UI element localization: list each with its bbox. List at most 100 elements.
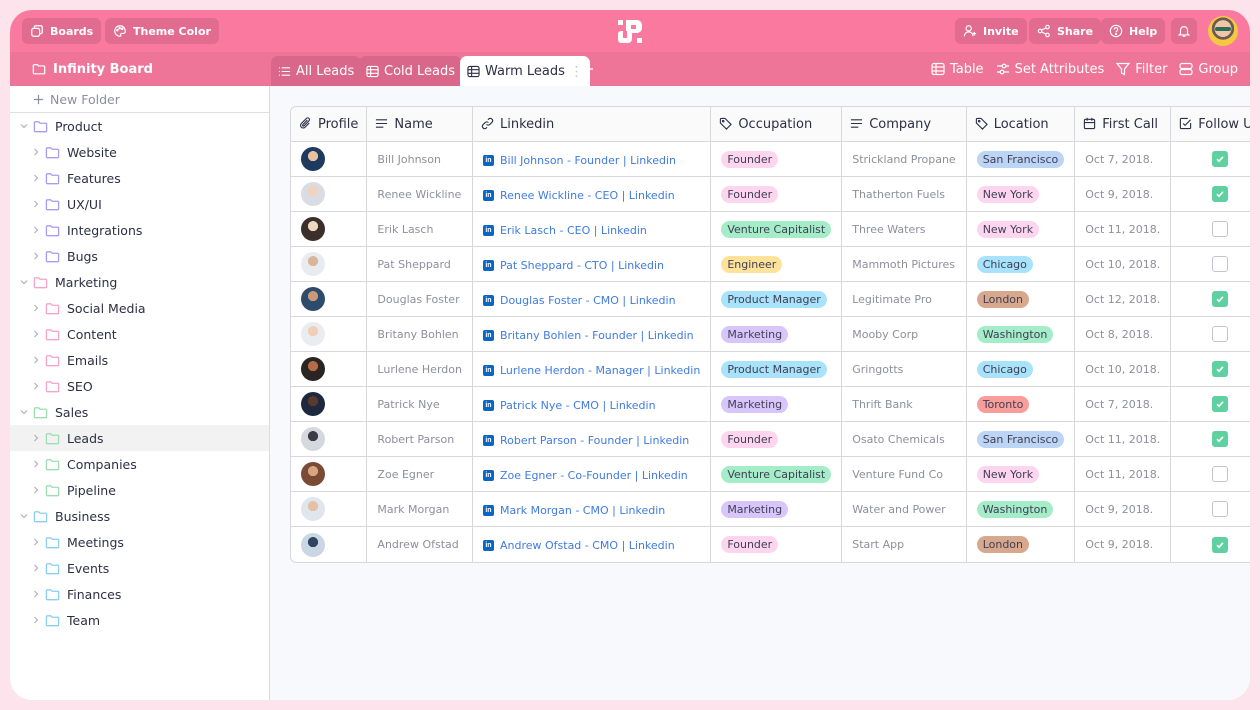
chevron-right-icon[interactable] [30, 562, 42, 574]
location-cell[interactable]: New York [966, 457, 1076, 492]
sidebar-item-website[interactable]: Website [10, 139, 269, 165]
linkedin-cell[interactable]: in Zoe Egner - Co-Founder | Linkedin [472, 457, 712, 492]
profile-cell[interactable] [291, 387, 368, 422]
sidebar-item-social-media[interactable]: Social Media [10, 295, 269, 321]
name-cell[interactable]: Renee Wickline [367, 177, 473, 212]
column-header-follow-up[interactable]: Follow Up [1171, 107, 1250, 142]
company-cell[interactable]: Strickland Propane [842, 142, 967, 177]
group-button[interactable]: Group [1179, 62, 1238, 77]
chevron-right-icon[interactable] [30, 302, 42, 314]
first-call-cell[interactable]: Oct 9, 2018. [1075, 177, 1172, 212]
sidebar-item-integrations[interactable]: Integrations [10, 217, 269, 243]
location-cell[interactable]: Washington [966, 492, 1076, 527]
name-cell[interactable]: Pat Sheppard [367, 247, 473, 282]
chevron-right-icon[interactable] [30, 224, 42, 236]
location-cell[interactable]: Chicago [966, 247, 1076, 282]
first-call-cell[interactable]: Oct 9, 2018. [1075, 492, 1172, 527]
chevron-right-icon[interactable] [30, 146, 42, 158]
linkedin-link[interactable]: in Renee Wickline - CEO | Linkedin [482, 189, 675, 202]
name-cell[interactable]: Lurlene Herdon [367, 352, 473, 387]
chevron-right-icon[interactable] [30, 198, 42, 210]
first-call-cell[interactable]: Oct 11, 2018. [1075, 422, 1172, 457]
sidebar-item-finances[interactable]: Finances [10, 581, 269, 607]
table-row[interactable]: Bill Johnson in Bill Johnson - Founder | L… [291, 142, 1250, 177]
name-cell[interactable]: Andrew Ofstad [367, 527, 473, 562]
profile-avatar[interactable] [301, 147, 325, 171]
linkedin-cell[interactable]: in Mark Morgan - CMO | Linkedin [472, 492, 712, 527]
location-cell[interactable]: San Francisco [966, 142, 1076, 177]
name-cell[interactable]: Mark Morgan [367, 492, 473, 527]
profile-cell[interactable] [291, 527, 368, 562]
sidebar-item-team[interactable]: Team [10, 607, 269, 633]
sidebar-item-emails[interactable]: Emails [10, 347, 269, 373]
profile-cell[interactable] [291, 177, 368, 212]
sidebar-folder-product[interactable]: Product [10, 113, 269, 139]
occupation-cell[interactable]: Marketing [711, 317, 843, 352]
board-title[interactable]: Infinity Board [32, 52, 153, 86]
profile-cell[interactable] [291, 212, 368, 247]
first-call-cell[interactable]: Oct 7, 2018. [1075, 387, 1172, 422]
column-header-company[interactable]: Company [842, 107, 967, 142]
company-cell[interactable]: Water and Power [842, 492, 967, 527]
occupation-cell[interactable]: Venture Capitalist [711, 457, 843, 492]
table-row[interactable]: Patrick Nye in Patrick Nye - CMO | Linkedi… [291, 387, 1250, 422]
first-call-cell[interactable]: Oct 10, 2018. [1075, 247, 1172, 282]
follow-up-checkbox[interactable] [1212, 256, 1229, 272]
profile-cell[interactable] [291, 457, 368, 492]
company-cell[interactable]: Mammoth Pictures [842, 247, 967, 282]
first-call-cell[interactable]: Oct 10, 2018. [1075, 352, 1172, 387]
location-cell[interactable]: London [967, 527, 1076, 562]
table-row[interactable]: Britany Bohlen in Britany Bohlen - Founder… [291, 317, 1250, 352]
occupation-cell[interactable]: Engineer [711, 247, 843, 282]
chevron-right-icon[interactable] [30, 380, 42, 392]
sidebar-item-bugs[interactable]: Bugs [10, 243, 269, 269]
linkedin-cell[interactable]: in Renee Wickline - CEO | Linkedin [472, 177, 712, 212]
linkedin-cell[interactable]: in Erik Lasch - CEO | Linkedin [472, 212, 712, 247]
first-call-cell[interactable]: Oct 9, 2018. [1075, 527, 1172, 562]
help-button[interactable]: Help [1101, 18, 1166, 44]
follow-up-checkbox[interactable] [1212, 221, 1229, 237]
column-header-name[interactable]: Name [367, 107, 473, 142]
profile-cell[interactable] [291, 142, 368, 177]
occupation-cell[interactable]: Founder [711, 177, 843, 212]
invite-button[interactable]: Invite [955, 18, 1027, 44]
column-header-location[interactable]: Location [966, 107, 1076, 142]
occupation-cell[interactable]: Founder [711, 142, 843, 177]
first-call-cell[interactable]: Oct 8, 2018. [1075, 317, 1172, 352]
linkedin-cell[interactable]: in Britany Bohlen - Founder | Linkedin [472, 317, 712, 352]
linkedin-link[interactable]: in Mark Morgan - CMO | Linkedin [482, 504, 665, 517]
column-header-first-call[interactable]: First Call [1075, 107, 1172, 142]
location-cell[interactable]: San Francisco [966, 422, 1076, 457]
table-row[interactable]: Zoe Egner in Zoe Egner - Co-Founder | Link… [291, 457, 1250, 492]
column-header-profile[interactable]: Profile [291, 107, 368, 142]
linkedin-link[interactable]: in Patrick Nye - CMO | Linkedin [482, 399, 656, 412]
linkedin-cell[interactable]: in Andrew Ofstad - CMO | Linkedin [473, 527, 712, 562]
name-cell[interactable]: Bill Johnson [367, 142, 473, 177]
location-cell[interactable]: New York [966, 212, 1076, 247]
company-cell[interactable]: Venture Fund Co [842, 457, 967, 492]
linkedin-cell[interactable]: in Bill Johnson - Founder | Linkedin [472, 142, 712, 177]
profile-avatar[interactable] [301, 287, 325, 311]
sidebar-folder-business[interactable]: Business [10, 503, 269, 529]
linkedin-cell[interactable]: in Lurlene Herdon - Manager | Linkedin [472, 352, 712, 387]
location-cell[interactable]: New York [966, 177, 1076, 212]
sidebar-item-content[interactable]: Content [10, 321, 269, 347]
occupation-cell[interactable]: Founder [711, 422, 843, 457]
theme-color-button[interactable]: Theme Color [105, 18, 219, 44]
name-cell[interactable]: Erik Lasch [367, 212, 473, 247]
location-cell[interactable]: London [966, 282, 1076, 317]
table-row[interactable]: Douglas Foster in Douglas Foster - CMO | L… [291, 282, 1250, 317]
follow-up-checkbox[interactable] [1212, 431, 1229, 447]
profile-avatar[interactable] [301, 497, 325, 521]
company-cell[interactable]: Thatherton Fuels [842, 177, 967, 212]
chevron-down-icon[interactable] [18, 120, 30, 132]
column-header-occupation[interactable]: Occupation [711, 107, 843, 142]
first-call-cell[interactable]: Oct 11, 2018. [1075, 457, 1172, 492]
occupation-cell[interactable]: Founder [711, 527, 843, 562]
chevron-down-icon[interactable] [18, 276, 30, 288]
chevron-right-icon[interactable] [30, 588, 42, 600]
occupation-cell[interactable]: Venture Capitalist [711, 212, 843, 247]
chevron-right-icon[interactable] [30, 484, 42, 496]
chevron-right-icon[interactable] [30, 614, 42, 626]
profile-cell[interactable] [291, 352, 368, 387]
